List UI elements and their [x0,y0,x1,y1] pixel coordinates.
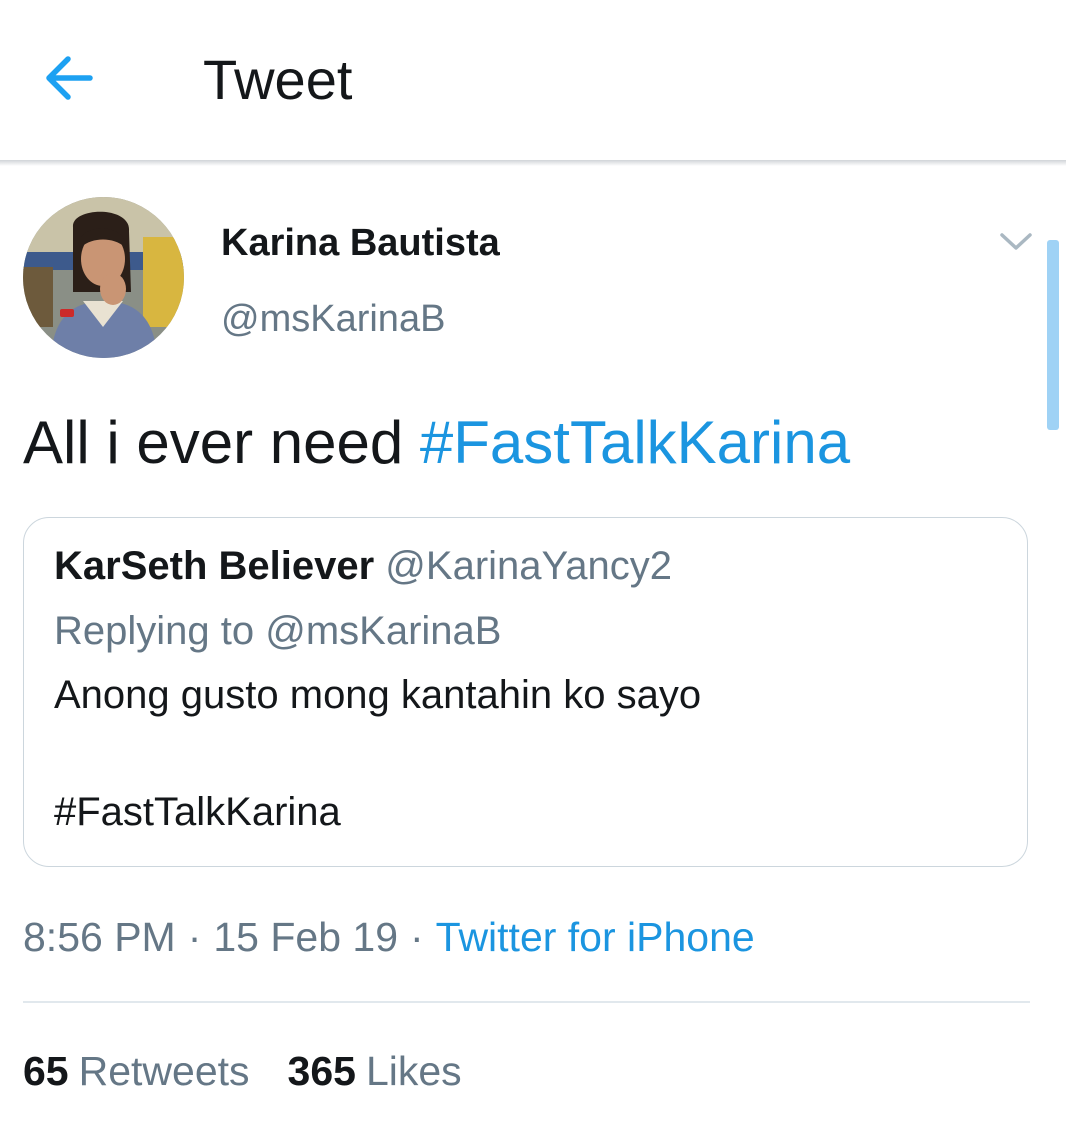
retweets-label: Retweets [78,1048,250,1094]
tweet-source-link[interactable]: Twitter for iPhone [436,914,755,960]
likes-stat[interactable]: 365 Likes [288,1048,462,1094]
stats-divider [23,1001,1030,1003]
author-handle[interactable]: @msKarinaB [221,296,445,342]
header-divider [0,160,1066,166]
hashtag-link[interactable]: #FastTalkKarina [420,409,850,476]
retweets-stat[interactable]: 65 Retweets [23,1048,250,1094]
quoted-text-line2: #FastTalkKarina [54,790,341,834]
chevron-down-icon [1000,233,1032,250]
quoted-author-name: KarSeth Believer [54,544,375,588]
scrollbar[interactable] [1047,240,1059,430]
tweet-time: 8:56 PM [23,914,176,960]
likes-count: 365 [287,1048,356,1094]
quoted-replying-to: Replying to @msKarinaB [54,609,502,653]
tweet-stats: 65 Retweets 365 Likes [23,1046,462,1096]
back-button[interactable] [38,50,102,106]
meta-separator: · [187,914,202,960]
arrow-left-icon [46,56,93,100]
tweet-menu-button[interactable] [996,226,1036,256]
quoted-text-line1: Anong gusto mong kantahin ko sayo [54,673,702,717]
meta-separator: · [410,914,424,960]
tweet-text-plain: All i ever need [23,409,404,476]
quoted-tweet-card[interactable]: KarSeth Believer @KarinaYancy2 Replying … [23,517,1028,867]
likes-label: Likes [365,1048,462,1094]
top-bar: Tweet [0,0,1066,160]
retweets-count: 65 [23,1048,69,1094]
quoted-author-handle: @KarinaYancy2 [385,544,672,588]
avatar[interactable] [23,197,184,358]
avatar-photo [23,197,184,358]
quoted-author-line: KarSeth Believer @KarinaYancy2 [54,542,672,590]
tweet-text: All i ever need #FastTalkKarina [23,405,850,481]
page-title: Tweet [203,48,353,111]
tweet-date: 15 Feb 19 [213,914,398,960]
author-name[interactable]: Karina Bautista [221,220,500,266]
tweet-meta: 8:56 PM · 15 Feb 19 · Twitter for iPhone [23,912,755,962]
